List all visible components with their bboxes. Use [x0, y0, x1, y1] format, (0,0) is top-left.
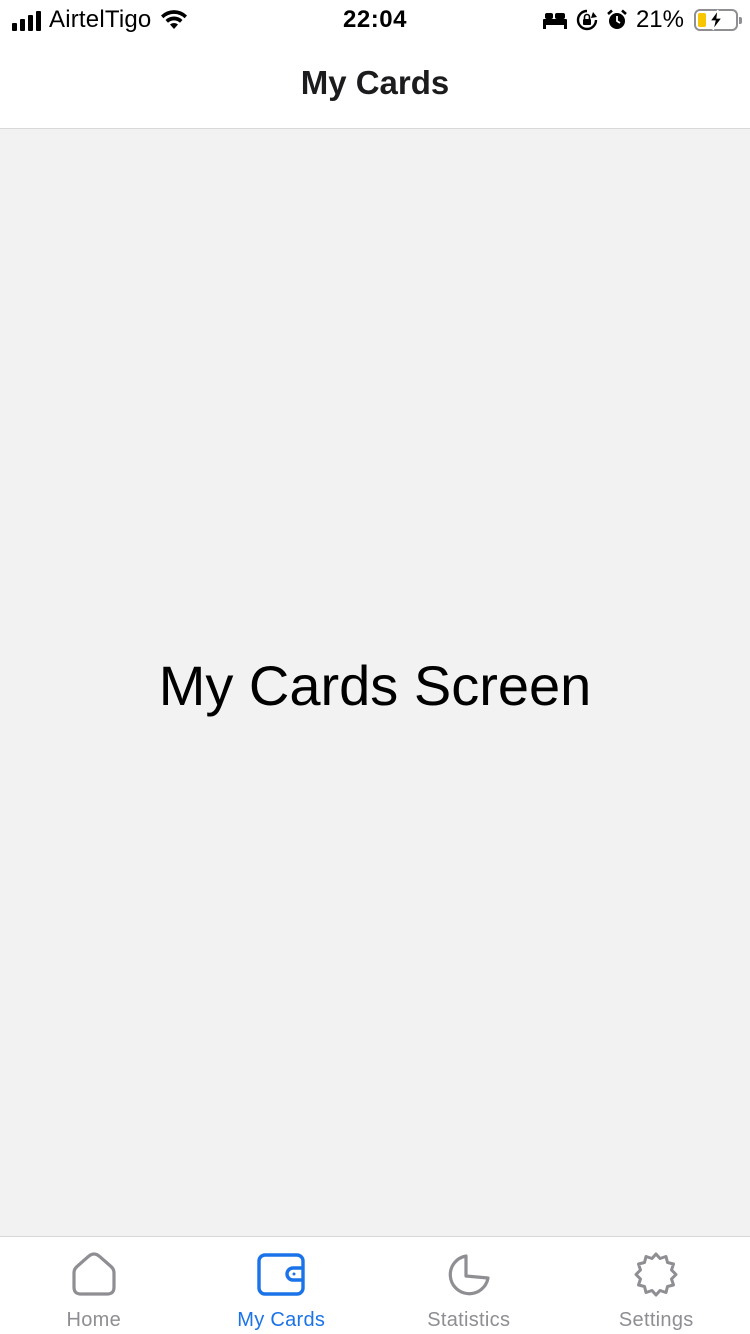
- tab-my-cards-label: My Cards: [237, 1309, 326, 1331]
- battery-percent: 21%: [635, 6, 684, 33]
- alarm-icon: [607, 9, 627, 29]
- pie-chart-icon: [448, 1254, 490, 1296]
- tab-home-label: Home: [66, 1309, 122, 1331]
- orientation-lock-icon: [576, 9, 598, 31]
- charging-bolt-icon: [708, 9, 724, 31]
- tab-statistics-label: Statistics: [427, 1309, 511, 1331]
- sleep-icon: [542, 13, 567, 29]
- nav-bar: My Cards: [0, 40, 750, 129]
- main-content: My Cards Screen: [0, 129, 750, 1236]
- wallet-icon: [257, 1253, 305, 1296]
- home-icon: [72, 1252, 116, 1296]
- gear-icon: [634, 1252, 678, 1297]
- screen-label: My Cards Screen: [158, 654, 592, 717]
- tab-settings[interactable]: Settings: [563, 1237, 750, 1334]
- status-right: 21%: [542, 6, 742, 34]
- battery-level: [698, 13, 706, 27]
- tab-my-cards[interactable]: My Cards: [188, 1237, 376, 1334]
- page-title: My Cards: [300, 64, 450, 101]
- battery-icon: [694, 9, 742, 31]
- tab-statistics[interactable]: Statistics: [375, 1237, 563, 1334]
- tab-bar: Home My Cards Statistics Settings: [0, 1236, 750, 1334]
- tab-home[interactable]: Home: [0, 1237, 188, 1334]
- status-bar: AirtelTigo 22:04 21%: [0, 0, 750, 40]
- tab-settings-label: Settings: [618, 1309, 694, 1331]
- battery-cap: [739, 17, 742, 24]
